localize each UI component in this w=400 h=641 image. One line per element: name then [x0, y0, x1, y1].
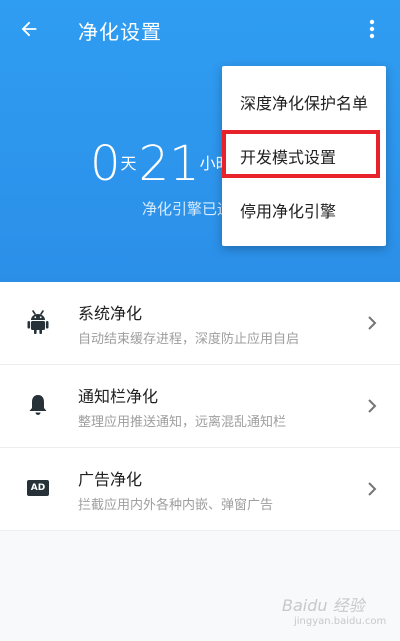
ad-icon: AD [24, 474, 52, 502]
list-item-subtitle: 自动结束缓存进程，深度防止应用自启 [78, 332, 300, 347]
ad-badge: AD [27, 480, 49, 496]
watermark: Baidu 经验 [282, 596, 365, 615]
list-item-title: 系统净化 [78, 304, 143, 323]
list-item-title: 广告净化 [78, 470, 143, 489]
list-item-subtitle: 整理应用推送通知，远离混乱通知栏 [78, 415, 287, 430]
days-unit: 天 [120, 154, 137, 173]
android-icon [24, 308, 52, 336]
more-vert-icon [369, 19, 375, 39]
watermark-url: jingyan.baidu.com [294, 616, 387, 627]
page-title: 净化设置 [78, 20, 162, 44]
menu-item-developer-mode[interactable]: 开发模式设置 [222, 128, 386, 184]
more-options-button[interactable] [358, 14, 386, 44]
list-item-notification-clean[interactable]: 通知栏净化 整理应用推送通知，远离混乱通知栏 [0, 365, 400, 448]
toolbar: 净化设置 [0, 0, 400, 58]
arrow-left-icon [21, 21, 37, 37]
overflow-menu: 深度净化保护名单 开发模式设置 停用净化引擎 [222, 66, 386, 246]
menu-item-protection-list[interactable]: 深度净化保护名单 [222, 74, 386, 130]
settings-list: 系统净化 自动结束缓存进程，深度防止应用自启 通知栏净化 整理应用推送通知，远离… [0, 282, 400, 531]
hours-value: 21 [138, 136, 200, 192]
chevron-right-icon [362, 395, 382, 417]
bell-icon [24, 391, 52, 419]
list-item-system-clean[interactable]: 系统净化 自动结束缓存进程，深度防止应用自启 [0, 282, 400, 365]
days-value: 0 [90, 136, 121, 192]
uptime-counter: 0天21小时 [90, 134, 234, 194]
chevron-right-icon [362, 312, 382, 334]
back-button[interactable] [14, 14, 44, 44]
list-item-ad-clean[interactable]: AD 广告净化 拦截应用内外各种内嵌、弹窗广告 [0, 448, 400, 531]
list-item-title: 通知栏净化 [78, 387, 159, 406]
menu-item-disable-engine[interactable]: 停用净化引擎 [222, 182, 386, 238]
list-item-subtitle: 拦截应用内外各种内嵌、弹窗广告 [78, 498, 274, 513]
chevron-right-icon [362, 478, 382, 500]
